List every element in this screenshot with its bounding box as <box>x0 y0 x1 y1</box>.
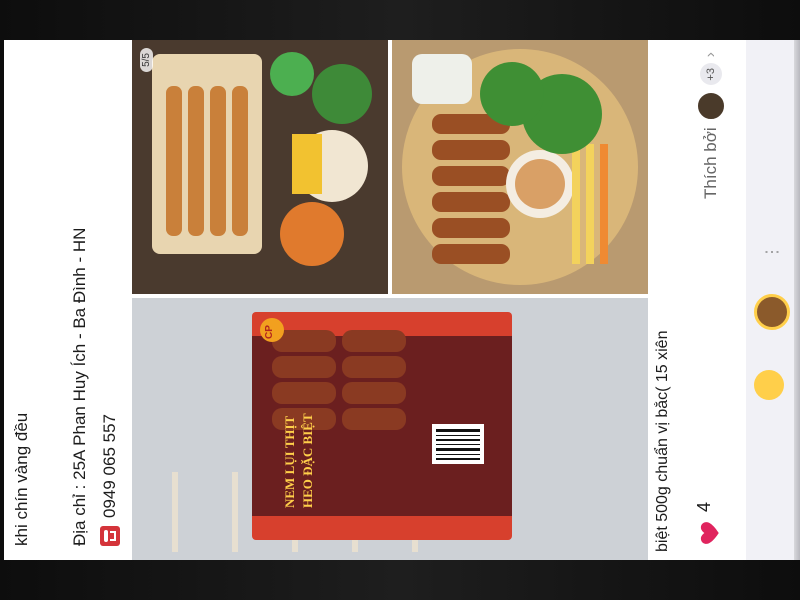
photo-grid: CP NEM LỤI THỊT HEO ĐẶC BIỆT 5/5 <box>132 40 648 560</box>
photo-dish-spread[interactable]: 5/5 <box>132 40 388 294</box>
reaction-emoji-icon[interactable] <box>754 370 784 400</box>
post-caption: biệt 500g chuẩn vị bắc( 15 xiên <box>654 330 671 552</box>
package-brand: CP <box>264 325 275 339</box>
package-title-line1: NEM LỤI THỊT <box>282 415 297 508</box>
avatar <box>696 91 726 122</box>
post-address: Địa chỉ : 25A Phan Huy Ích - Ba Đình - H… <box>70 227 89 546</box>
post-phone[interactable]: 0949 065 557 <box>98 414 122 518</box>
dish-spread-image <box>132 40 388 294</box>
heart-icon[interactable] <box>696 520 722 546</box>
more-dots-icon[interactable]: ⋮ <box>762 244 782 260</box>
screen-edge <box>794 40 800 560</box>
photo-platter[interactable] <box>392 40 648 294</box>
reaction-bar: ⋮ <box>746 40 800 560</box>
post-phone-line: 0949 065 557 <box>98 414 122 546</box>
page-indicator: 5/5 <box>140 48 153 72</box>
liked-by-label: Thích bởi <box>701 127 720 199</box>
package-title-line2: HEO ĐẶC BIỆT <box>300 413 315 508</box>
platter-image <box>392 40 648 294</box>
reaction-emoji-icon[interactable] <box>754 294 790 330</box>
photo-product-package[interactable]: CP NEM LỤI THỊT HEO ĐẶC BIỆT <box>132 298 648 560</box>
post-text-line: khi chín vàng đều <box>12 412 31 546</box>
screen: khi chín vàng đều Địa chỉ : 25A Phan Huy… <box>4 40 800 560</box>
liked-by[interactable]: Thích bởi +3 › <box>696 52 726 199</box>
likes-count: 4 <box>694 501 714 512</box>
phone-icon <box>100 526 120 546</box>
chevron-right-icon: › <box>702 52 719 58</box>
post: khi chín vàng đều Địa chỉ : 25A Phan Huy… <box>4 40 800 560</box>
phone-frame: khi chín vàng đều Địa chỉ : 25A Phan Huy… <box>0 0 800 600</box>
product-package-image <box>132 298 648 560</box>
more-likers-badge: +3 <box>700 63 722 86</box>
likes-row: 4 Thích bởi +3 › <box>684 40 744 560</box>
